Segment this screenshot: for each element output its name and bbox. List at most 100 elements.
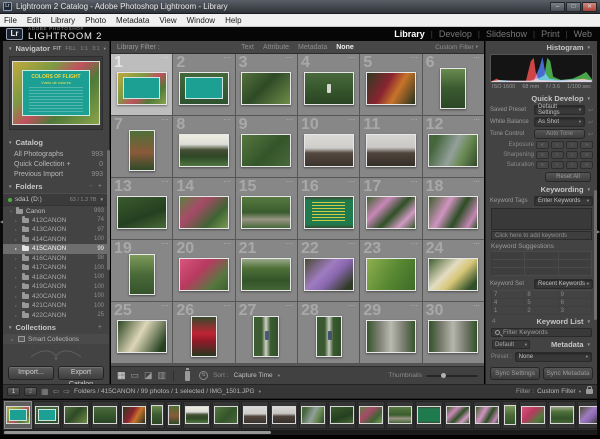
photo-badges-icon[interactable]: ⋯ (224, 240, 232, 248)
photo-badges-icon[interactable]: ⋯ (348, 240, 356, 248)
filmstrip-thumbnail-14[interactable] (357, 401, 385, 429)
navigator-preview[interactable]: COLORS OF FLIGHT Vuelo de colores (9, 56, 103, 130)
folder-row-422canon[interactable]: ▸422CANON25 (3, 311, 109, 321)
grid-cell-13[interactable]: 13⋯ (111, 178, 172, 239)
photo-badges-icon[interactable]: ⋯ (473, 240, 481, 248)
photo-thumbnail[interactable] (253, 316, 279, 357)
disclosure-triangle-icon[interactable]: ▸ (15, 265, 19, 270)
disclosure-triangle-icon[interactable]: ▸ (15, 256, 19, 261)
grid-cell-22[interactable]: 22⋯ (298, 240, 359, 301)
keyword-suggestion-slot[interactable] (492, 268, 525, 276)
folder-row-419canon[interactable]: ▸419CANON100 (3, 282, 109, 292)
grid-cell-24[interactable]: 24⋯ (423, 240, 484, 301)
photo-thumbnail[interactable] (191, 316, 217, 357)
keyword-set-slot[interactable]: 5 (525, 299, 558, 307)
keyword-set-slot[interactable]: 2 (525, 307, 558, 315)
filmstrip-thumbnail-2[interactable] (33, 401, 61, 429)
volume-disclosure-icon[interactable]: ▼ (100, 197, 104, 202)
keyword-list-panel-header[interactable]: 4 Keyword List ▼ (486, 315, 597, 327)
breadcrumb[interactable]: Folders / 415CANON / 99 photos / 1 selec… (74, 388, 255, 395)
photo-thumbnail[interactable] (316, 316, 342, 357)
grid-view-button[interactable]: ▦ (117, 371, 126, 380)
histogram-display[interactable] (490, 54, 593, 83)
keyword-set-slot[interactable]: 1 (492, 307, 525, 315)
photo-badges-icon[interactable]: ⋯ (161, 54, 169, 62)
stepper-button[interactable]: « (536, 141, 549, 149)
folder-row-415canon[interactable]: ▸415CANON99 (3, 244, 109, 254)
photo-thumbnail[interactable] (304, 72, 354, 105)
menu-library[interactable]: Library (51, 16, 75, 25)
photo-thumbnail[interactable] (179, 134, 229, 167)
keyword-tags-textarea[interactable] (491, 208, 592, 230)
catalog-panel-header[interactable]: ▼ Catalog (3, 135, 109, 149)
photo-thumbnail[interactable] (304, 258, 354, 291)
disclosure-triangle-icon[interactable]: ▼ (9, 209, 13, 214)
grid-cell-25[interactable]: 25⋯ (111, 302, 172, 363)
survey-view-button[interactable]: ▥ (158, 371, 167, 380)
photo-thumbnail[interactable] (241, 134, 291, 167)
slider-thumb[interactable] (441, 373, 446, 378)
disclosure-triangle-icon[interactable]: ▶ (11, 337, 15, 342)
export-catalog-button[interactable]: Export Catalog (58, 366, 104, 380)
painter-spray-can-icon[interactable] (185, 371, 190, 381)
folder-row-420canon[interactable]: ▸420CANON100 (3, 292, 109, 302)
filter-keywords-input[interactable]: Filter Keywords (491, 328, 592, 337)
filmstrip-thumbnail-19[interactable] (502, 401, 518, 429)
quick-develop-panel-header[interactable]: Quick Develop ▼ (486, 92, 597, 104)
filmstrip-thumbnail-10[interactable] (241, 401, 269, 429)
filter-option-text[interactable]: Text (241, 44, 254, 51)
folders-add-remove-icons[interactable]: - + (90, 183, 104, 190)
photo-thumbnail[interactable] (179, 196, 229, 229)
catalog-row-previous-import[interactable]: Previous Import993 (3, 169, 109, 179)
folder-row-413canon[interactable]: ▸413CANON97 (3, 225, 109, 235)
photo-badges-icon[interactable]: ⋯ (473, 54, 481, 62)
smart-collections-row[interactable]: ▶ Smart Collections (3, 334, 109, 344)
stepper-button[interactable]: « (536, 161, 549, 169)
grid-cell-27[interactable]: 27⋯ (236, 302, 297, 363)
keyword-suggestion-slot[interactable] (525, 268, 558, 276)
disclosure-triangle-icon[interactable]: ▸ (15, 294, 19, 299)
photo-badges-icon[interactable]: ⋯ (348, 302, 356, 310)
photo-thumbnail[interactable] (366, 196, 416, 229)
photo-thumbnail[interactable] (117, 72, 167, 105)
grid-cell-7[interactable]: 7⋯ (111, 116, 172, 177)
compare-view-button[interactable]: ◪ (144, 371, 153, 380)
right-panel-scrollbar[interactable] (594, 190, 597, 320)
disclosure-triangle-icon[interactable]: ▸ (15, 237, 19, 242)
menu-view[interactable]: View (159, 16, 176, 25)
keyword-tags-mode-dropdown[interactable]: Enter Keywords ▾ (534, 196, 593, 206)
grid-cell-29[interactable]: 29⋯ (360, 302, 421, 363)
filmstrip-thumbnail-9[interactable] (212, 401, 240, 429)
thumbnail-size-slider[interactable] (426, 375, 478, 377)
folders-panel-header[interactable]: ▼ Folders - + (3, 179, 109, 193)
catalog-row-quick-collection-[interactable]: Quick Collection +0 (3, 159, 109, 169)
module-develop[interactable]: Develop (439, 29, 472, 39)
photo-thumbnail[interactable] (304, 134, 354, 167)
photo-badges-icon[interactable]: ⋯ (473, 178, 481, 186)
import-button[interactable]: Import... (8, 366, 54, 380)
white-balance-dropdown[interactable]: As Shot ▾ (534, 117, 585, 127)
filmstrip-thumbnail-20[interactable] (519, 401, 547, 429)
stepper-button[interactable]: ‹ (551, 151, 564, 159)
reset-arrow-icon[interactable]: ↩ (588, 107, 593, 114)
forward-arrow-icon[interactable]: ⇨ (63, 388, 70, 396)
grid-cell-26[interactable]: 26⋯ (173, 302, 234, 363)
grid-cell-2[interactable]: 2⋯ (173, 54, 234, 115)
filter-option-none[interactable]: None (336, 44, 354, 51)
zoom-option-3-1[interactable]: 3:1 (92, 46, 100, 52)
module-print[interactable]: Print (541, 29, 560, 39)
photo-badges-icon[interactable]: ⋯ (161, 240, 169, 248)
photo-badges-icon[interactable]: ⋯ (411, 302, 419, 310)
disclosure-triangle-icon[interactable]: ▸ (15, 313, 19, 318)
keyword-suggestion-slot[interactable] (559, 252, 592, 260)
preset-dropdown[interactable]: None ▾ (515, 352, 592, 362)
volume-row[interactable]: sda1 (D:) 63 / 1.3 TB ▼ (3, 193, 109, 206)
stepper-button[interactable]: » (580, 141, 593, 149)
filmstrip-thumbnail-1[interactable] (4, 401, 32, 429)
photo-thumbnail[interactable] (304, 196, 354, 229)
grid-cell-5[interactable]: 5⋯ (360, 54, 421, 115)
photo-thumbnail[interactable] (428, 320, 478, 353)
zoom-option-1-1[interactable]: 1:1 (80, 46, 88, 52)
keyword-suggestion-slot[interactable] (525, 252, 558, 260)
zoom-option-fit[interactable]: FIT (53, 46, 61, 52)
